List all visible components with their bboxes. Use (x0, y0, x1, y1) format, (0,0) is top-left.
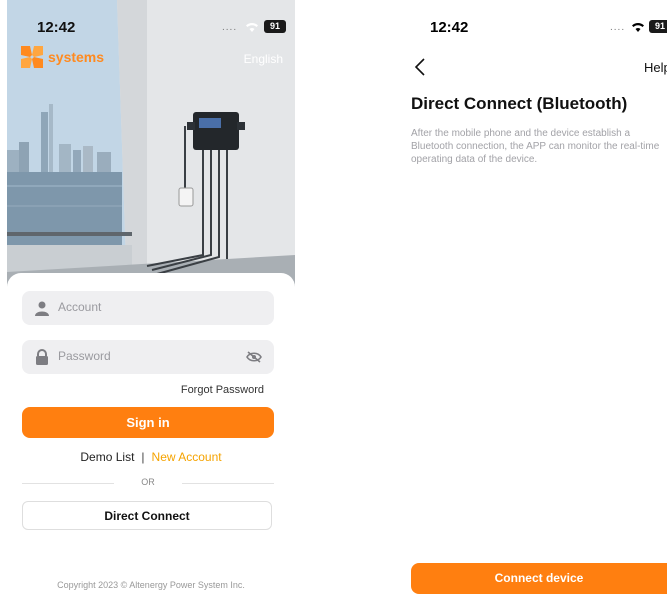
login-screen: 12:42 .... 91 systems English Account Pa… (7, 0, 295, 605)
or-divider: OR (22, 474, 274, 490)
demo-list-link[interactable]: Demo List (80, 450, 134, 464)
battery-icon: 91 (649, 20, 667, 33)
divider-line-right (182, 483, 274, 484)
apsystems-logo: systems (19, 44, 104, 70)
battery-icon: 91 (264, 20, 286, 33)
logo-text: systems (48, 49, 105, 65)
account-field[interactable]: Account (22, 291, 274, 325)
logo-mark-icon (21, 46, 43, 68)
account-links: Demo List | New Account (7, 450, 295, 464)
wifi-icon (246, 23, 258, 32)
signal-icon: .... (222, 22, 238, 33)
or-label: OR (141, 477, 155, 487)
signal-icon: .... (610, 22, 626, 33)
eye-off-icon[interactable] (246, 351, 262, 363)
password-field[interactable]: Password (22, 340, 274, 374)
copyright-text: Copyright 2023 © Altenergy Power System … (57, 580, 245, 590)
password-placeholder: Password (58, 349, 111, 363)
bluetooth-screen: 12:42 .... 91 Help Direct Connect (Bluet… (400, 0, 667, 605)
help-link[interactable]: Help (644, 60, 667, 75)
connect-device-button[interactable]: Connect device (411, 563, 667, 594)
status-time: 12:42 (430, 19, 469, 36)
status-bar: 12:42 .... 91 (7, 0, 295, 44)
direct-connect-button[interactable]: Direct Connect (22, 501, 272, 530)
new-account-link[interactable]: New Account (152, 450, 222, 464)
status-bar: 12:42 .... 91 (400, 0, 667, 44)
status-time: 12:42 (37, 19, 76, 36)
page-description: After the mobile phone and the device es… (411, 128, 660, 165)
user-icon (35, 301, 49, 316)
link-separator: | (141, 450, 145, 464)
sign-in-button[interactable]: Sign in (22, 407, 274, 438)
lock-icon (36, 349, 48, 365)
wifi-icon (632, 23, 644, 32)
forgot-password-link[interactable]: Forgot Password (181, 384, 264, 396)
account-placeholder: Account (58, 300, 102, 314)
back-chevron-icon[interactable] (414, 58, 426, 76)
page-title: Direct Connect (Bluetooth) (411, 94, 628, 113)
language-selector[interactable]: English (244, 52, 283, 66)
